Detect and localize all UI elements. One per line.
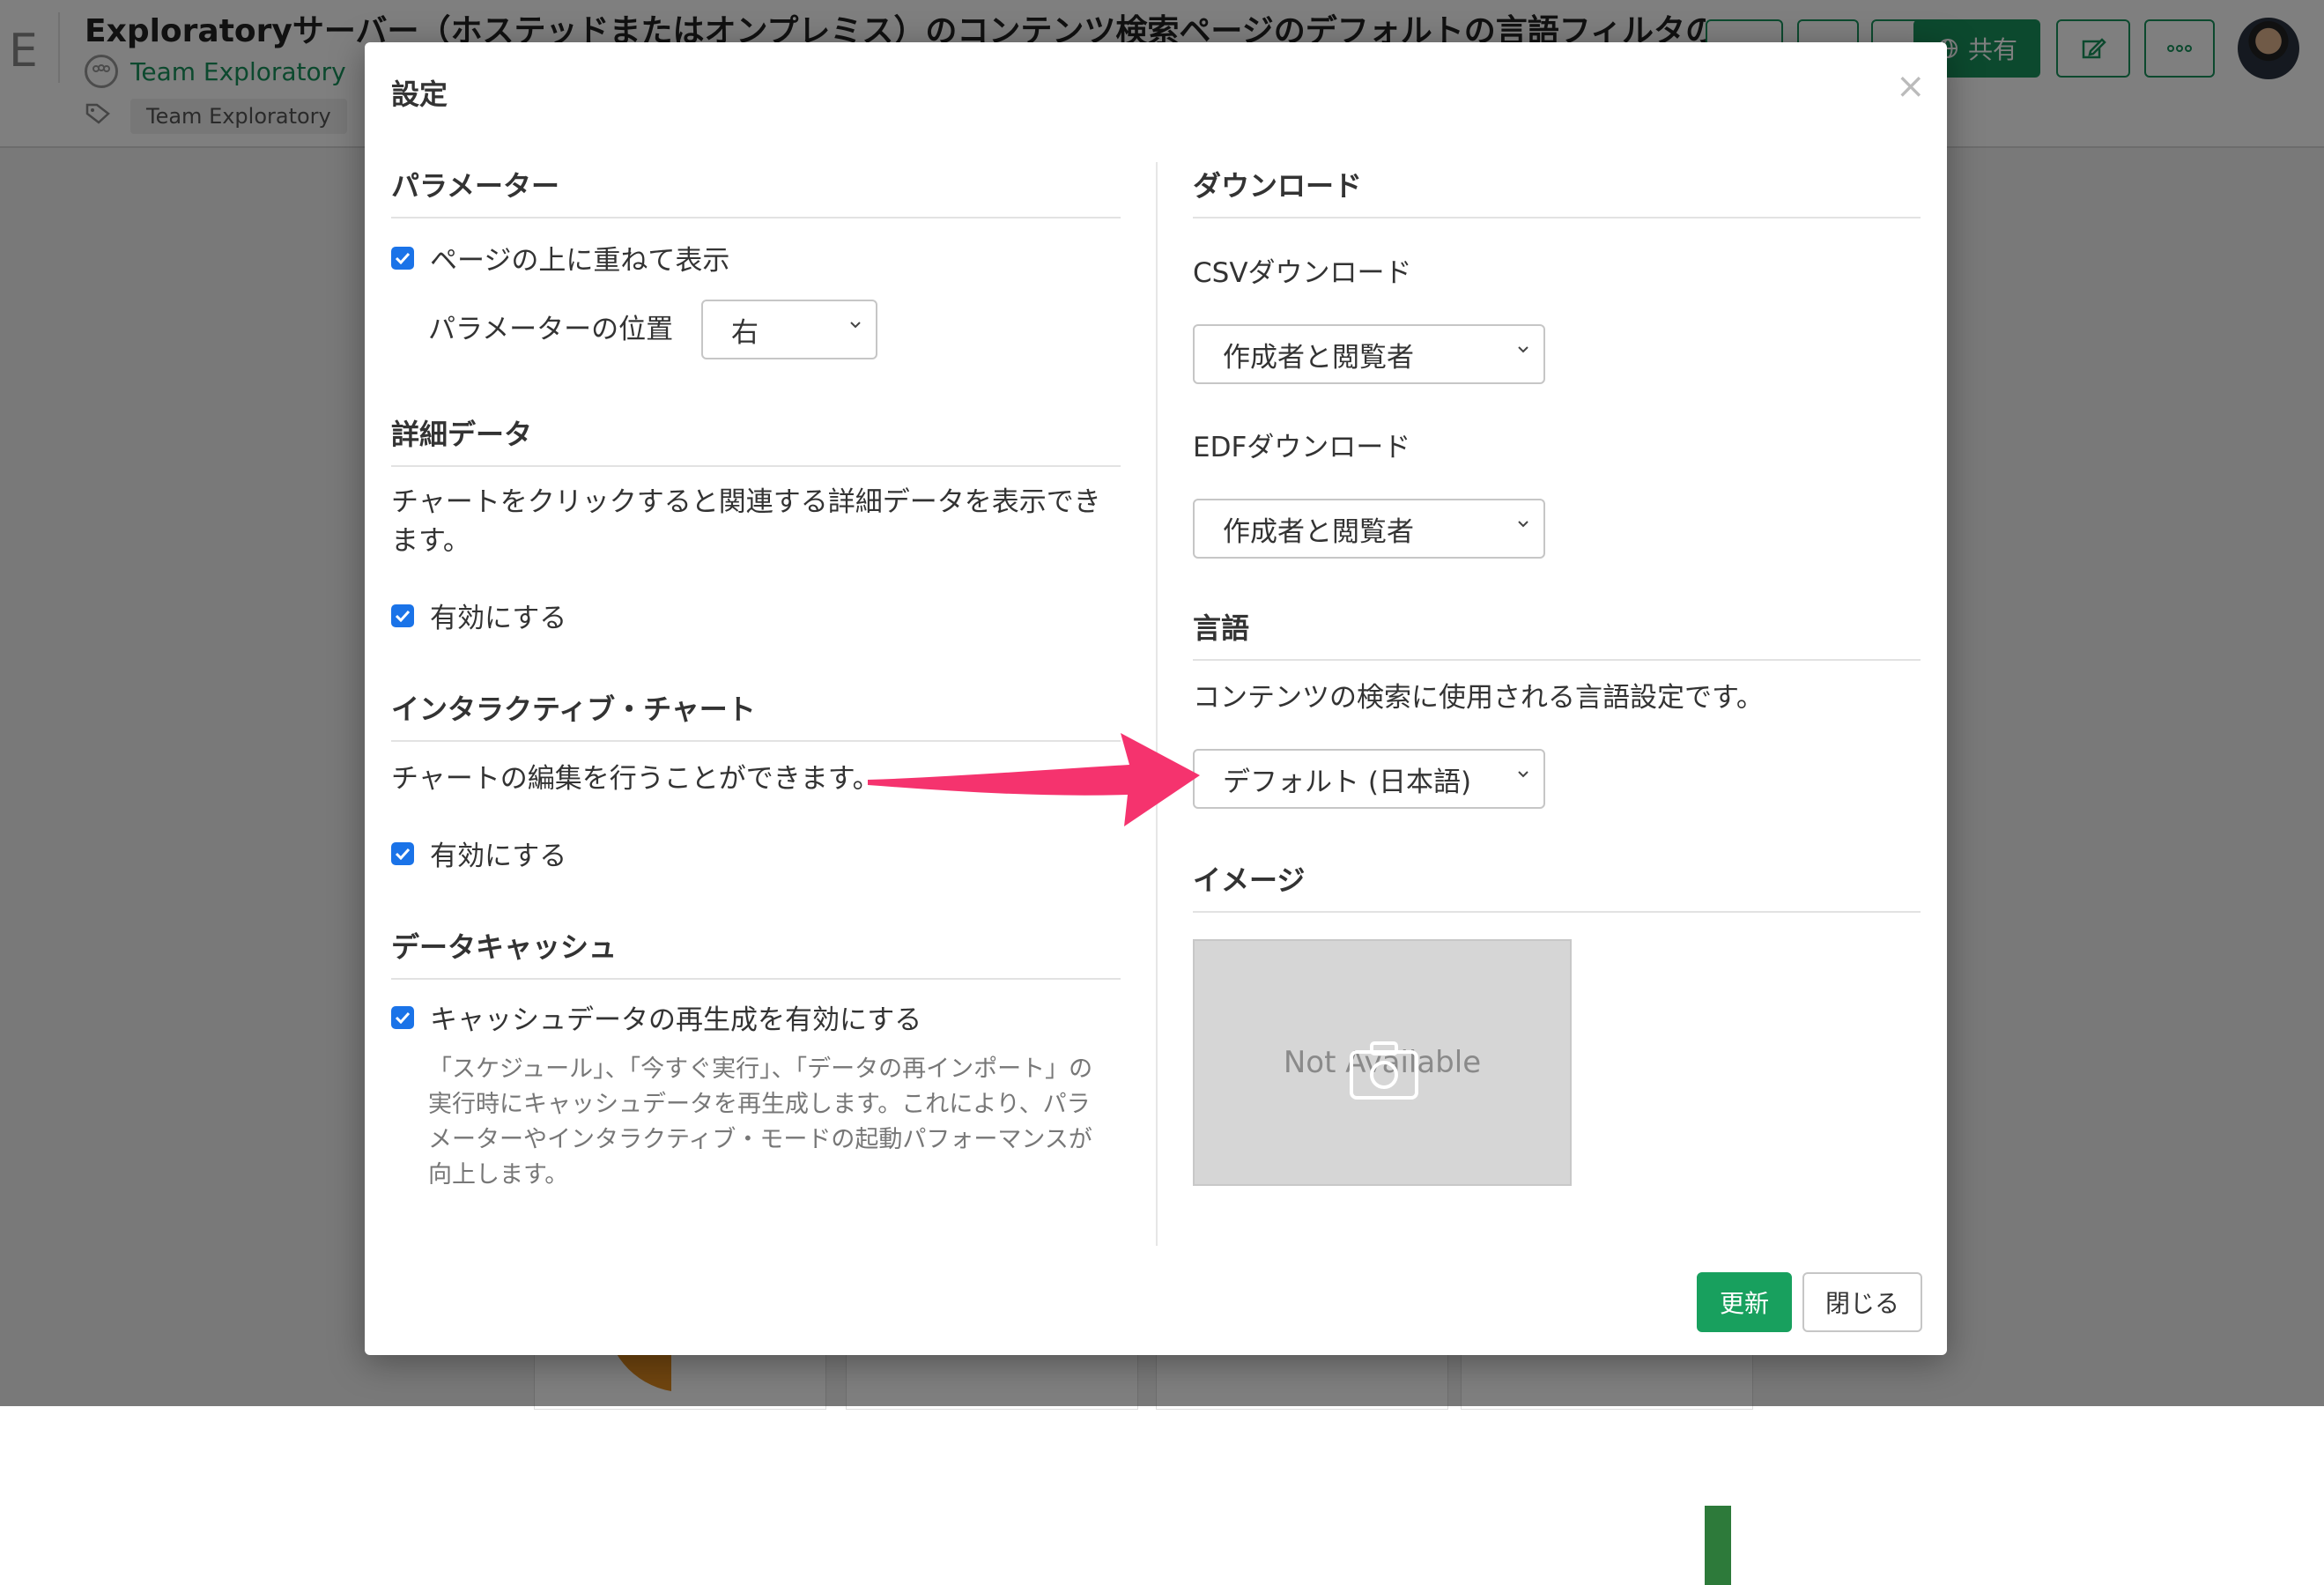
language-heading: 言語 bbox=[1193, 606, 1921, 661]
check-icon bbox=[395, 848, 411, 860]
param-position-label: パラメーターの位置 bbox=[428, 314, 674, 345]
chevron-down-icon bbox=[1518, 521, 1528, 528]
param-position-value: 右 bbox=[731, 316, 759, 349]
parameters-heading: パラメーター bbox=[391, 164, 1121, 218]
language-description: コンテンツの検索に使用される言語設定です。 bbox=[1193, 682, 1764, 714]
interactive-checkbox-row[interactable]: 有効にする bbox=[391, 833, 566, 873]
interactive-heading: インタラクティブ・チャート bbox=[391, 687, 1121, 742]
chevron-down-icon bbox=[1518, 771, 1528, 778]
download-heading: ダウンロード bbox=[1193, 164, 1921, 218]
details-heading: 詳細データ bbox=[391, 412, 1121, 467]
cache-checkbox-row[interactable]: キャッシュデータの再生成を有効にする bbox=[391, 997, 921, 1037]
cache-enable-label: キャッシュデータの再生成を有効にする bbox=[430, 1004, 922, 1036]
csv-download-value: 作成者と閲覧者 bbox=[1223, 341, 1414, 374]
close-icon[interactable]: × bbox=[1896, 69, 1926, 104]
csv-download-select[interactable]: 作成者と閲覧者 bbox=[1193, 324, 1545, 384]
csv-download-label: CSVダウンロード bbox=[1193, 257, 1412, 289]
column-divider bbox=[1156, 162, 1158, 1246]
image-placeholder[interactable]: Not Available bbox=[1193, 939, 1572, 1186]
chevron-down-icon bbox=[850, 322, 861, 329]
edf-download-value: 作成者と閲覧者 bbox=[1223, 515, 1414, 548]
details-checkbox[interactable] bbox=[391, 604, 414, 627]
overlay-label: ページの上に重ねて表示 bbox=[430, 245, 730, 277]
language-select[interactable]: デフォルト (日本語) bbox=[1193, 749, 1545, 809]
interactive-enable-label: 有効にする bbox=[430, 841, 567, 872]
language-value: デフォルト (日本語) bbox=[1223, 766, 1472, 798]
check-icon bbox=[395, 610, 411, 622]
cache-heading: データキャッシュ bbox=[391, 925, 1121, 980]
image-heading: イメージ bbox=[1193, 858, 1921, 913]
interactive-description: チャートの編集を行うことができます。 bbox=[391, 763, 880, 795]
details-enable-label: 有効にする bbox=[430, 603, 567, 634]
interactive-checkbox[interactable] bbox=[391, 841, 414, 865]
details-checkbox-row[interactable]: 有効にする bbox=[391, 596, 566, 635]
overlay-checkbox-row[interactable]: ページの上に重ねて表示 bbox=[391, 238, 729, 278]
close-button[interactable]: 閉じる bbox=[1802, 1272, 1922, 1332]
settings-modal: 設定 × パラメーター ページの上に重ねて表示 パラメーターの位置 右 詳細デー… bbox=[365, 42, 1947, 1355]
details-description: チャートをクリックすると関連する詳細データを表示できます。 bbox=[391, 486, 1101, 557]
update-button[interactable]: 更新 bbox=[1697, 1272, 1792, 1332]
chevron-down-icon bbox=[1518, 346, 1528, 353]
camera-icon bbox=[1350, 1041, 1418, 1100]
cache-checkbox[interactable] bbox=[391, 1005, 414, 1029]
param-position-select[interactable]: 右 bbox=[701, 300, 877, 359]
overlay-checkbox[interactable] bbox=[391, 246, 414, 270]
check-icon bbox=[395, 1011, 411, 1024]
cache-note: 「スケジュール」、「今すぐ実行」、「データの再インポート」の実行時にキャッシュデ… bbox=[428, 1055, 1093, 1189]
modal-title: 設定 bbox=[391, 78, 448, 111]
edf-download-select[interactable]: 作成者と閲覧者 bbox=[1193, 499, 1545, 559]
edf-download-label: EDFダウンロード bbox=[1193, 432, 1411, 463]
check-icon bbox=[395, 252, 411, 264]
